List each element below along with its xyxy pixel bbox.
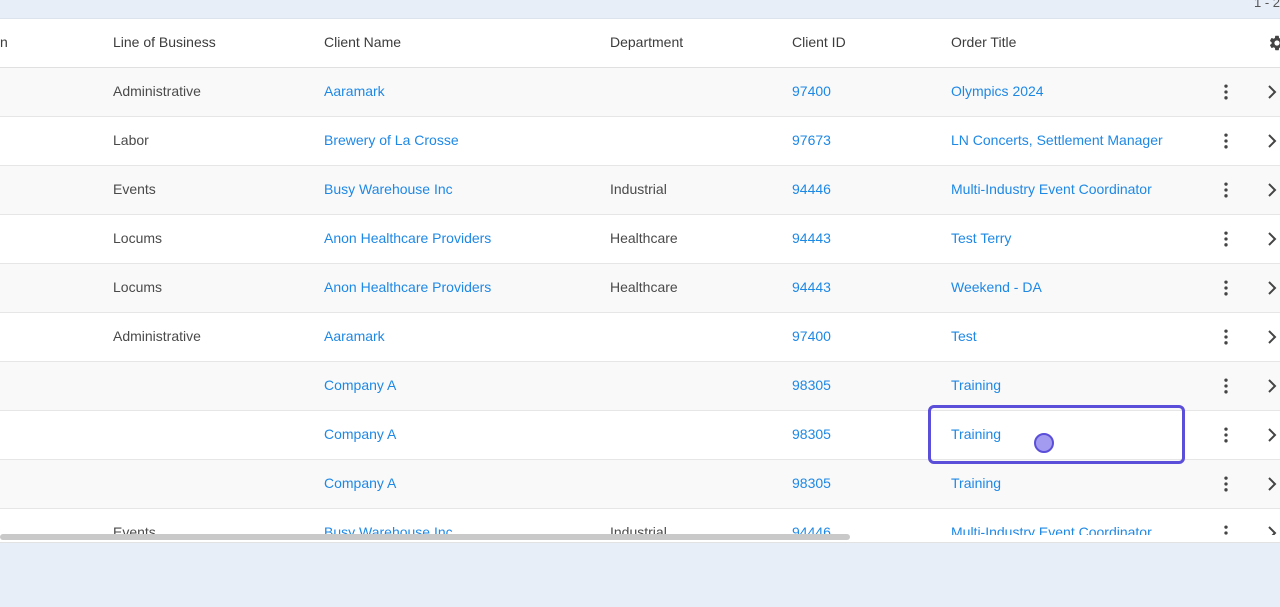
table-row[interactable]: Locums Anon Healthcare Providers Healthcar… (0, 215, 1280, 264)
more-vertical-icon[interactable] (1216, 131, 1236, 151)
column-header-client-id[interactable]: Client ID (792, 19, 846, 67)
client-name-link[interactable]: Anon Healthcare Providers (324, 215, 491, 263)
more-vertical-icon[interactable] (1216, 278, 1236, 298)
order-title-link[interactable]: Weekend - DA (951, 264, 1042, 312)
client-id-link[interactable]: 97400 (792, 68, 831, 116)
line-of-business-cell: Events (113, 181, 156, 197)
order-title-link[interactable]: Multi-Industry Event Coordinator (951, 509, 1152, 535)
order-title-link[interactable]: Training (951, 460, 1001, 508)
table-row[interactable]: Labor Brewery of La Crosse 97673 LN Concert… (0, 117, 1280, 166)
table-row[interactable]: Company A 98305 Training (0, 460, 1280, 509)
more-vertical-icon[interactable] (1216, 474, 1236, 494)
order-title-link[interactable]: Test Terry (951, 215, 1011, 263)
line-of-business-cell: Labor (113, 132, 149, 148)
department-cell: Industrial (610, 181, 667, 197)
chevron-right-icon[interactable] (1264, 474, 1280, 494)
client-name-link[interactable]: Busy Warehouse Inc (324, 166, 453, 214)
client-id-link[interactable]: 98305 (792, 460, 831, 508)
column-header-line-of-business[interactable]: Line of Business (113, 19, 216, 67)
more-vertical-icon[interactable] (1216, 425, 1236, 445)
client-id-link[interactable]: 94446 (792, 509, 831, 535)
client-name-link[interactable]: Busy Warehouse Inc (324, 509, 453, 535)
more-vertical-icon[interactable] (1216, 376, 1236, 396)
client-name-link[interactable]: Anon Healthcare Providers (324, 264, 491, 312)
department-cell: Healthcare (610, 279, 678, 295)
table-row[interactable]: Administrative Aaramark 97400 Test (0, 313, 1280, 362)
client-id-link[interactable]: 94446 (792, 166, 831, 214)
client-name-link[interactable]: Company A (324, 460, 396, 508)
client-id-link[interactable]: 94443 (792, 215, 831, 263)
client-name-link[interactable]: Aaramark (324, 68, 385, 116)
column-header-client-name[interactable]: Client Name (324, 19, 401, 67)
chevron-right-icon[interactable] (1264, 180, 1280, 200)
order-title-link[interactable]: Olympics 2024 (951, 68, 1044, 116)
line-of-business-cell: Locums (113, 279, 163, 295)
column-header-partial[interactable]: n (0, 19, 8, 67)
client-id-link[interactable]: 97673 (792, 117, 831, 165)
client-id-link[interactable]: 98305 (792, 362, 831, 410)
chevron-right-icon[interactable] (1264, 376, 1280, 396)
table-row[interactable]: Administrative Aaramark 97400 Olympics 2024 (0, 68, 1280, 117)
column-header-order-title[interactable]: Order Title (951, 19, 1016, 67)
order-title-link[interactable]: Test (951, 313, 977, 361)
grid-body: Administrative Aaramark 97400 Olympics 2024… (0, 68, 1280, 535)
pagination-range: 1 - 2 (1253, 0, 1280, 10)
chevron-right-icon[interactable] (1264, 425, 1280, 445)
more-vertical-icon[interactable] (1216, 523, 1236, 535)
orders-grid: n Line of Business Client Name Departmen… (0, 19, 1280, 543)
order-title-link[interactable]: Training (951, 362, 1001, 410)
grid-header: n Line of Business Client Name Departmen… (0, 19, 1280, 68)
line-of-business-cell: Administrative (113, 83, 201, 99)
table-row[interactable]: Events Busy Warehouse Inc Industrial 94446 M… (0, 166, 1280, 215)
line-of-business-cell: Events (113, 524, 156, 535)
table-row[interactable]: Locums Anon Healthcare Providers Healthcar… (0, 264, 1280, 313)
chevron-right-icon[interactable] (1264, 523, 1280, 535)
client-name-link[interactable]: Brewery of La Crosse (324, 117, 459, 165)
client-name-link[interactable]: Aaramark (324, 313, 385, 361)
chevron-right-icon[interactable] (1264, 278, 1280, 298)
chevron-right-icon[interactable] (1264, 229, 1280, 249)
client-id-link[interactable]: 97400 (792, 313, 831, 361)
more-vertical-icon[interactable] (1216, 327, 1236, 347)
table-row[interactable]: Company A 98305 Training (0, 362, 1280, 411)
order-title-link[interactable]: Training (951, 411, 1001, 459)
gear-icon[interactable] (1268, 34, 1280, 52)
table-row[interactable]: Events Busy Warehouse Inc Industrial 94446 M… (0, 509, 1280, 535)
client-name-link[interactable]: Company A (324, 362, 396, 410)
order-title-link[interactable]: Multi-Industry Event Coordinator (951, 166, 1152, 214)
chevron-right-icon[interactable] (1264, 327, 1280, 347)
line-of-business-cell: Locums (113, 230, 163, 246)
client-id-link[interactable]: 98305 (792, 411, 831, 459)
column-header-department[interactable]: Department (610, 19, 683, 67)
more-vertical-icon[interactable] (1216, 82, 1236, 102)
line-of-business-cell: Administrative (113, 328, 201, 344)
horizontal-scrollbar[interactable] (0, 534, 850, 540)
client-name-link[interactable]: Company A (324, 411, 396, 459)
chevron-right-icon[interactable] (1264, 82, 1280, 102)
chevron-right-icon[interactable] (1264, 131, 1280, 151)
table-row[interactable]: Company A 98305 Training (0, 411, 1280, 460)
client-id-link[interactable]: 94443 (792, 264, 831, 312)
department-cell: Healthcare (610, 230, 678, 246)
department-cell: Industrial (610, 524, 667, 535)
more-vertical-icon[interactable] (1216, 180, 1236, 200)
more-vertical-icon[interactable] (1216, 229, 1236, 249)
top-bar: 1 - 2 (0, 0, 1280, 19)
order-title-link[interactable]: LN Concerts, Settlement Manager (951, 117, 1163, 165)
